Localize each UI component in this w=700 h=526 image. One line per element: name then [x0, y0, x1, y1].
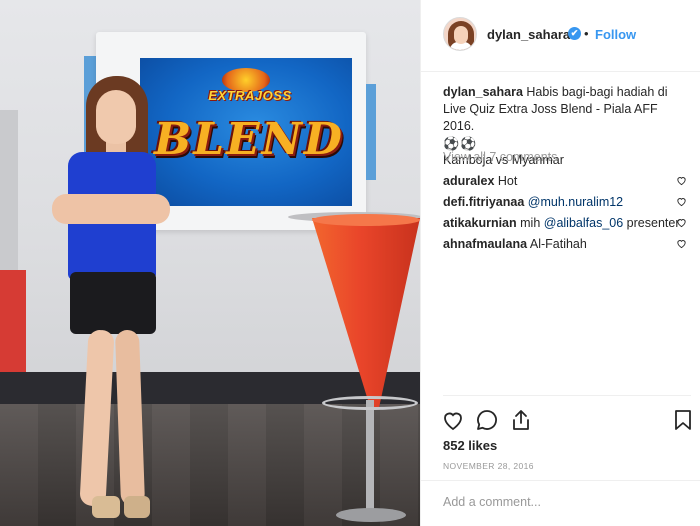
heart-icon[interactable]	[676, 217, 687, 228]
presenter-shorts	[70, 272, 156, 334]
comment-text: mih	[520, 216, 541, 230]
presenter-shoe-left	[92, 496, 120, 518]
comment-username[interactable]: ahnafmaulana	[443, 237, 527, 251]
screen-logo-top: EXTRAJOSS	[208, 88, 292, 103]
likes-count[interactable]: 852 likes	[443, 438, 497, 453]
heart-icon[interactable]	[441, 408, 465, 432]
bookmark-icon[interactable]	[671, 408, 695, 432]
comment-text-after: presenter	[626, 216, 680, 230]
screen-accent-right	[366, 84, 376, 180]
comment-username[interactable]: aduralex	[443, 174, 494, 188]
comment-username[interactable]: defi.fitriyanaa	[443, 195, 524, 209]
post-photo[interactable]: EXTRAJOSS BLEND	[0, 0, 420, 526]
heart-icon[interactable]	[676, 196, 687, 207]
comment-row: aduralex Hot	[443, 172, 693, 190]
table-pole	[366, 400, 374, 516]
follow-button[interactable]: Follow	[595, 27, 636, 42]
presenter-leg-right	[114, 329, 146, 507]
red-panel	[0, 270, 26, 382]
verified-badge-icon: ✔	[568, 27, 581, 40]
comment-mention-link[interactable]: @muh.nuralim12	[528, 195, 623, 209]
presenter-face	[96, 90, 136, 144]
comment-row: atikakurnian mih @alibalfas_06 presenter	[443, 214, 693, 232]
post-date: NOVEMBER 28, 2016	[443, 461, 534, 471]
comment-text: Al-Fatihah	[529, 237, 587, 251]
post-side-panel: dylan_sahara ✔ • Follow dylan_sahara Hab…	[420, 0, 700, 526]
presenter-leg-left	[79, 329, 115, 507]
comment-mention-link[interactable]: @alibalfas_06	[544, 216, 623, 230]
table-base	[336, 508, 406, 522]
header-username[interactable]: dylan_sahara	[487, 27, 570, 42]
comment-row: ahnafmaulana Al-Fatihah	[443, 235, 693, 253]
add-comment-bar	[421, 480, 700, 526]
comment-username[interactable]: atikakurnian	[443, 216, 517, 230]
post-header: dylan_sahara ✔ • Follow	[421, 0, 700, 72]
presenter-arms	[52, 194, 170, 224]
table-footrest	[322, 396, 418, 410]
comment-text: Hot	[497, 174, 518, 188]
actions-divider	[443, 395, 691, 396]
heart-icon[interactable]	[676, 175, 687, 186]
avatar-face	[454, 26, 468, 44]
header-separator: •	[584, 26, 589, 41]
add-comment-input[interactable]	[443, 495, 683, 509]
presenter-shoe-right	[124, 496, 150, 518]
view-all-comments-link[interactable]: View all 7 comments	[443, 150, 557, 164]
cone-rim	[312, 214, 420, 226]
comment-row: defi.fitriyanaa @muh.nuralim12	[443, 193, 693, 211]
presenter-figure	[40, 76, 180, 526]
comment-icon[interactable]	[475, 408, 499, 432]
screen-logo-main: BLEND	[154, 114, 345, 165]
caption-username[interactable]: dylan_sahara	[443, 85, 523, 99]
heart-icon[interactable]	[676, 238, 687, 249]
avatar[interactable]	[443, 17, 477, 51]
share-icon[interactable]	[509, 408, 533, 432]
